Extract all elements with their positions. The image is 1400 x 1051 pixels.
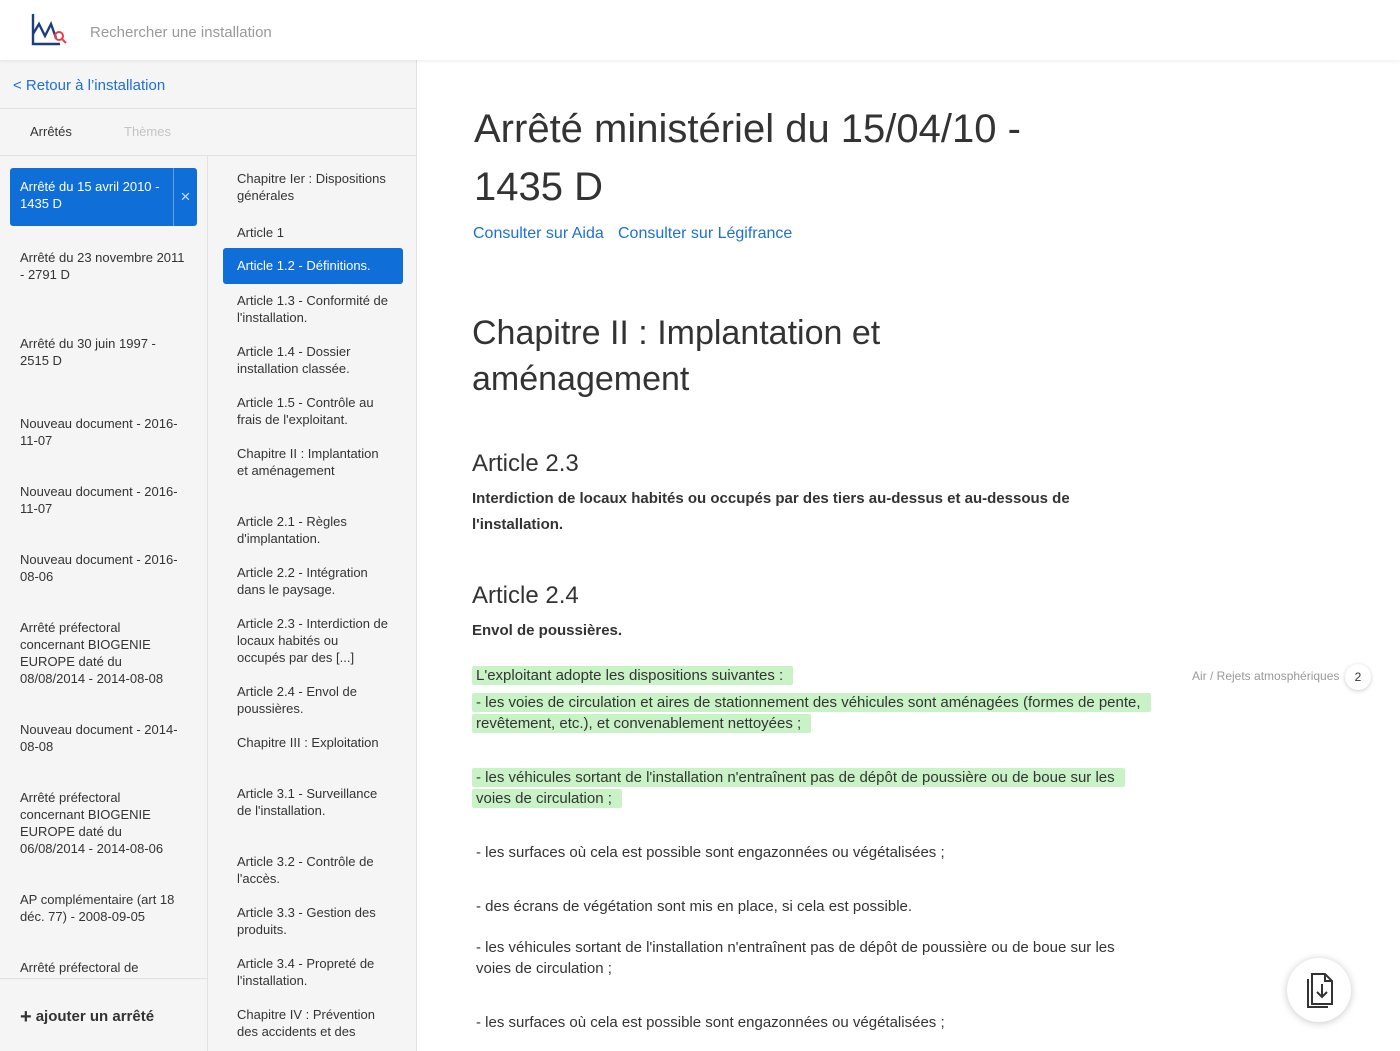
article-heading: Article 2.4 [472,582,579,609]
toc-item[interactable]: Article 3.3 - Gestion des produits. [223,904,403,938]
highlight: L'exploitant adopte les dispositions sui… [472,666,794,685]
article-heading: Article 2.3 [472,450,579,477]
toc-item[interactable]: Article 2.3 - Interdiction de locaux hab… [223,615,403,666]
arrete-item[interactable]: Nouveau document - 2014-08-08 [10,721,197,755]
download-document-icon [1307,973,1333,1008]
highlight: - les véhicules sortant de l'installatio… [472,768,1125,808]
paragraph: - les véhicules sortant de l'installatio… [476,939,1115,977]
theme-tag[interactable]: Air / Rejets atmosphériques [1192,669,1339,683]
plus-icon: + [20,1006,32,1028]
aida-link[interactable]: Consulter sur Aida [473,225,604,243]
sidebar: < Retour à l’installation Arrêtés Thèmes… [0,60,417,1051]
back-to-installation-link[interactable]: < Retour à l’installation [13,77,165,94]
chapter-title: Chapitre II : Implantation et aménagemen… [472,314,881,398]
toc-item[interactable]: Article 3.2 - Contrôle de l'accès. [223,853,403,887]
table-of-contents: Chapitre Ier : Dispositions générales Ar… [208,156,416,1051]
toc-item[interactable]: Article 2.1 - Règles d'implantation. [223,513,403,547]
add-arrete-button[interactable]: + ajouter un arrêté [0,978,208,1051]
arrete-item[interactable]: Arrêté du 30 juin 1997 - 2515 D [10,335,197,369]
toc-item[interactable]: Chapitre II : Implantation et aménagemen… [223,445,403,479]
paragraph-highlighted[interactable]: - les voies de circulation et aires de s… [472,692,1151,734]
arrete-item[interactable]: Arrêté préfectoral de [10,959,197,976]
legifrance-link[interactable]: Consulter sur Légifrance [618,225,792,243]
paragraph-highlighted[interactable]: L'exploitant adopte les dispositions sui… [472,665,1142,686]
page-title: Arrêté ministériel du 15/04/10 - 1435 D [474,107,1021,209]
download-button[interactable] [1287,958,1351,1022]
arrete-item[interactable]: Arrêté préfectoral concernant BIOGENIE E… [10,789,197,857]
arrete-item[interactable]: Nouveau document - 2016-11-07 [10,483,197,517]
toc-item[interactable]: Article 3.4 - Propreté de l'installation… [223,955,403,989]
arrete-item[interactable]: Arrêté du 23 novembre 2011 - 2791 D [10,249,197,283]
arretes-list: Arrêté du 15 avril 2010 - 1435 D × Arrêt… [0,156,208,978]
arrete-item[interactable]: Nouveau document - 2016-11-07 [10,415,197,449]
divider [0,108,417,109]
paragraph: - les surfaces où cela est possible sont… [476,1014,945,1031]
add-arrete-text: ajouter un arrêté [35,1008,155,1025]
article-description: Envol de poussières. [472,622,623,639]
highlight: - les voies de circulation et aires de s… [472,693,1151,733]
arrete-item-active[interactable]: Arrêté du 15 avril 2010 - 1435 D × [10,168,197,226]
toc-item[interactable]: Chapitre Ier : Dispositions générales [223,170,403,204]
top-bar [0,0,1400,60]
toc-item[interactable]: Article 1 [223,224,403,241]
arrete-item[interactable]: Nouveau document - 2016-08-06 [10,551,197,585]
arrete-item[interactable]: Arrêté préfectoral concernant BIOGENIE E… [10,619,197,687]
article-description: Interdiction de locaux habités ou occupé… [472,490,1070,533]
toc-item[interactable]: Article 1.3 - Conformité de l'installati… [223,292,403,326]
paragraph-highlighted[interactable]: - les véhicules sortant de l'installatio… [472,767,1142,809]
arrete-item[interactable]: AP complémentaire (art 18 déc. 77) - 200… [10,891,197,925]
toc-item[interactable]: Article 3.1 - Surveillance de l'installa… [223,785,403,819]
toc-item[interactable]: Chapitre III : Exploitation [223,734,403,751]
tab-themes[interactable]: Thèmes [124,124,171,139]
search-input[interactable] [90,20,490,44]
close-icon[interactable]: × [173,168,197,226]
paragraph: - des écrans de végétation sont mis en p… [476,898,913,915]
tab-arretes[interactable]: Arrêtés [30,124,72,139]
toc-item[interactable]: Article 1.5 - Contrôle au frais de l'exp… [223,394,403,428]
toc-item-active[interactable]: Article 1.2 - Définitions. [223,248,403,284]
theme-count-badge[interactable]: 2 [1345,664,1371,690]
toc-item[interactable]: Article 1.4 - Dossier installation class… [223,343,403,377]
arrete-item-label: Arrêté du 15 avril 2010 - 1435 D [20,179,160,211]
document-view: Arrêté ministériel du 15/04/10 - 1435 D … [417,60,1400,1051]
toc-item[interactable]: Chapitre IV : Prévention des accidents e… [223,1006,403,1040]
add-arrete-label: + ajouter un arrêté [20,1006,154,1029]
paragraph: - les surfaces où cela est possible sont… [476,844,945,861]
chart-search-logo-icon[interactable] [30,12,70,48]
toc-item[interactable]: Article 2.2 - Intégration dans le paysag… [223,564,403,598]
toc-item[interactable]: Article 2.4 - Envol de poussières. [223,683,403,717]
